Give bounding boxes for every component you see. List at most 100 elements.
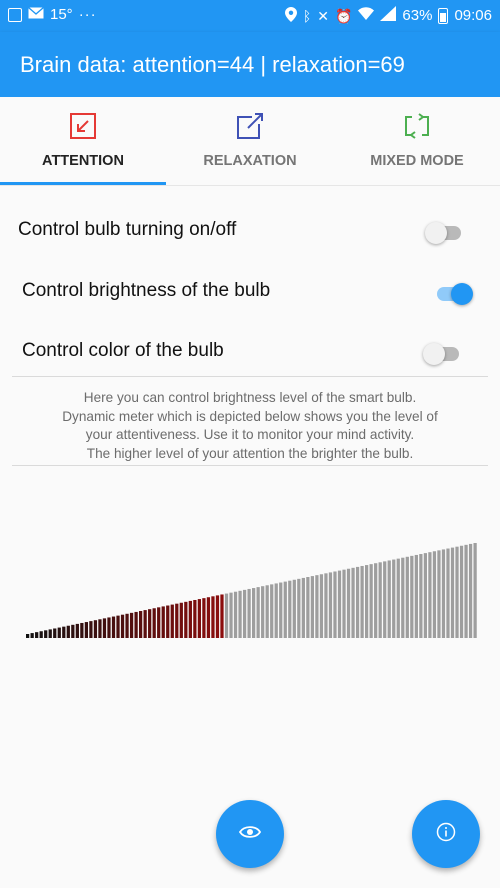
setting-label-color: Control color of the bulb [22, 340, 224, 361]
meter-bar-inactive [288, 580, 292, 638]
switch-thumb [423, 343, 445, 365]
description-text: Here you can control brightness level of… [12, 376, 488, 466]
attention-meter [26, 543, 477, 638]
meter-bar-active [53, 628, 57, 638]
meter-bar-active [116, 615, 120, 638]
meter-bar-active [26, 634, 30, 638]
meter-bar-active [211, 596, 215, 638]
meter-bar-active [175, 603, 179, 638]
view-button[interactable] [216, 800, 284, 868]
meter-bar-active [220, 594, 224, 638]
meter-bar-active [184, 601, 188, 638]
meter-bar-active [134, 611, 138, 638]
meter-bar-active [202, 598, 206, 638]
meter-bar-active [66, 625, 70, 638]
tabs-divider [0, 185, 500, 186]
meter-bar-inactive [392, 559, 396, 638]
clock-text: 09:06 [454, 7, 492, 24]
info-icon [436, 822, 456, 847]
meter-bar-inactive [401, 557, 405, 638]
app-bar-title: Brain data: attention=44 | relaxation=69 [20, 52, 405, 77]
meter-bar-inactive [301, 577, 305, 638]
meter-bar-inactive [274, 583, 278, 638]
meter-bar-active [102, 618, 107, 638]
tab-mixed-mode[interactable]: MIXED MODE [334, 97, 500, 185]
tab-relaxation[interactable]: RELAXATION [167, 97, 333, 185]
description-line: Here you can control brightness level of… [83, 390, 417, 405]
meter-bar-inactive [369, 564, 373, 638]
meter-bar-inactive [319, 574, 324, 638]
swap-arrows-icon [402, 111, 432, 141]
notification-a-icon [8, 7, 22, 22]
meter-bar-active [148, 609, 152, 638]
meter-bar-inactive [346, 568, 351, 638]
setting-row-bulb-on-off[interactable]: Control bulb turning on/off [0, 205, 500, 255]
collapse-arrow-icon [68, 111, 98, 141]
meter-bar-inactive [414, 554, 418, 638]
meter-bar-inactive [265, 585, 269, 638]
meter-bar-inactive [423, 553, 428, 638]
meter-bar-inactive [333, 571, 337, 638]
bulb-on-off-switch[interactable] [425, 221, 465, 244]
meter-bar-inactive [455, 546, 459, 638]
meter-bar-inactive [437, 550, 441, 638]
meter-bar-inactive [342, 569, 346, 638]
expand-arrow-icon [235, 111, 265, 141]
meter-bar-active [35, 632, 39, 638]
meter-bar-inactive [450, 547, 455, 638]
battery-percent-text: 63% [402, 7, 433, 24]
meter-bar-inactive [283, 581, 287, 638]
meter-bar-inactive [270, 584, 274, 638]
meter-bar-active [30, 633, 34, 638]
meter-bar-inactive [247, 588, 251, 638]
meter-bar-active [71, 624, 75, 638]
meter-bar-inactive [292, 579, 296, 638]
mute-icon: ✕ [317, 7, 329, 24]
tab-relaxation-label: RELAXATION [203, 153, 297, 169]
meter-bar-active [57, 627, 61, 638]
meter-bar-inactive [468, 543, 473, 638]
meter-bar-active [44, 630, 48, 638]
description-line: The higher level of your attention the b… [86, 445, 414, 461]
meter-bar-inactive [229, 592, 233, 638]
info-button[interactable] [412, 800, 480, 868]
meter-bar-inactive [383, 561, 387, 638]
meter-bar-inactive [233, 591, 238, 638]
eye-icon [238, 825, 262, 844]
bluetooth-icon: ᛒ [302, 7, 312, 24]
meter-bar-active [39, 631, 43, 638]
meter-bar-active [89, 621, 93, 638]
meter-bar-active [157, 607, 161, 638]
meter-bar-active [125, 613, 129, 638]
alarm-icon: ⏰ [334, 7, 353, 24]
meter-bar-active [93, 620, 98, 638]
meter-bar-inactive [256, 587, 260, 638]
meter-bar-active [62, 626, 66, 638]
battery-icon [438, 7, 449, 24]
meter-bar-active [48, 629, 52, 638]
meter-bar-inactive [355, 566, 360, 638]
status-bar: 15° ··· ᛒ ✕ ⏰ 63% 09:06 [0, 0, 500, 32]
more-notifications-dots: ··· [78, 6, 97, 23]
meter-bar-inactive [224, 593, 229, 638]
switch-thumb [451, 283, 473, 305]
meter-bar-active [98, 619, 102, 638]
meter-bar-inactive [306, 577, 310, 638]
meter-bar-inactive [446, 548, 450, 638]
meter-bar-inactive [365, 565, 369, 638]
setting-row-color[interactable]: Control color of the bulb [0, 326, 500, 376]
meter-bar-inactive [473, 543, 477, 638]
meter-bar-active [143, 610, 147, 638]
location-icon [284, 6, 297, 25]
meter-bar-active [206, 597, 211, 638]
tab-attention[interactable]: ATTENTION [0, 97, 166, 185]
meter-bar-inactive [242, 589, 247, 638]
setting-row-brightness[interactable]: Control brightness of the bulb [0, 266, 500, 316]
signal-icon [380, 6, 397, 25]
brightness-switch[interactable] [433, 282, 473, 305]
meter-bar-inactive [432, 551, 437, 638]
color-switch[interactable] [423, 342, 463, 365]
setting-label-brightness: Control brightness of the bulb [22, 280, 271, 301]
meter-bar-inactive [459, 545, 464, 638]
meter-bar-inactive [374, 563, 378, 638]
